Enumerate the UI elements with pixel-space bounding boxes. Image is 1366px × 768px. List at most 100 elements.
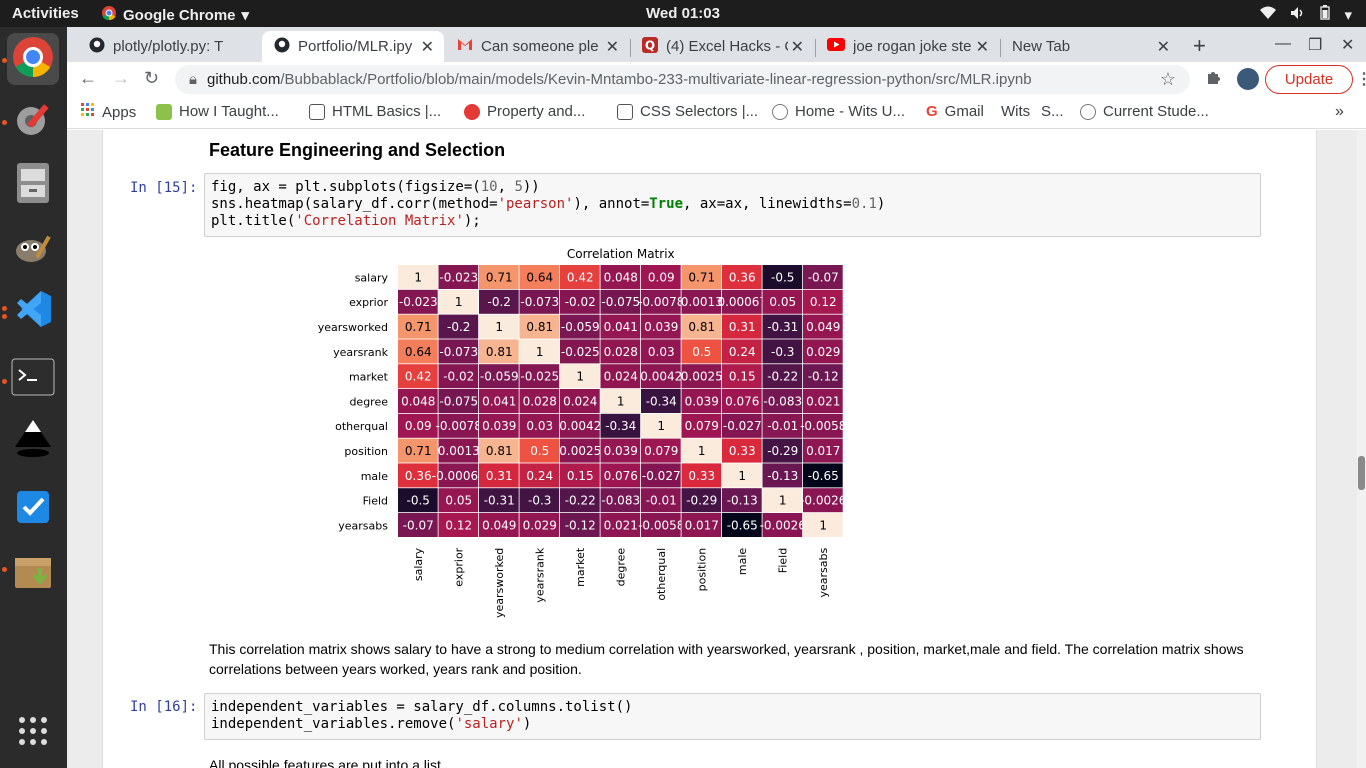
cell-annotation: 0.021: [604, 518, 638, 532]
dock-archive[interactable]: [7, 547, 59, 599]
google-icon: G: [926, 103, 938, 120]
cell-prompt: In [15]:: [130, 180, 198, 196]
close-tab-icon[interactable]: ✕: [791, 37, 804, 57]
running-indicator: [2, 567, 7, 572]
battery-icon[interactable]: [1320, 5, 1331, 24]
dock-chrome[interactable]: [7, 33, 59, 85]
bookmark-property[interactable]: Property and...: [464, 103, 585, 120]
cell-annotation: -0.027: [642, 469, 681, 483]
y-tick-label: Field: [363, 495, 388, 508]
bookmark-s[interactable]: S...: [1041, 103, 1064, 120]
system-top-bar: Activities Google Chrome ▾ Wed 01:03 ▾: [0, 0, 1366, 27]
activities-button[interactable]: Activities: [12, 5, 79, 22]
bookmark-html-basics[interactable]: HTML Basics |...: [309, 103, 441, 120]
bookmark-how-i-taught[interactable]: How I Taught...: [156, 103, 279, 120]
url-host: github.com: [206, 71, 281, 88]
dock-vscode[interactable]: [7, 285, 59, 337]
bookmark-star-icon[interactable]: ☆: [1160, 69, 1176, 90]
cell-annotation: 0.041: [604, 320, 638, 334]
volume-icon[interactable]: [1290, 6, 1306, 24]
dock-inkscape[interactable]: [7, 415, 59, 467]
bookmark-label: How I Taught...: [179, 103, 279, 120]
close-tab-icon[interactable]: ✕: [421, 37, 434, 57]
x-tick-label: yearsworked: [493, 548, 506, 618]
tab-gmail[interactable]: Can someone ple ✕: [445, 31, 629, 62]
dock-settings[interactable]: [7, 95, 59, 147]
tab-title: Can someone ple: [481, 38, 599, 55]
close-tab-icon[interactable]: ✕: [1157, 37, 1170, 57]
tab-title: plotly/plotly.py: T: [113, 38, 224, 55]
bookmark-current-students[interactable]: Current Stude...: [1080, 103, 1209, 120]
page-scrollbar[interactable]: [1357, 130, 1366, 768]
tab-quora[interactable]: Q (4) Excel Hacks - C ✕: [630, 31, 814, 62]
package-icon: [12, 550, 54, 597]
cell-annotation: -0.0058: [800, 419, 844, 433]
bookmark-apps[interactable]: Apps: [81, 103, 136, 121]
kebab-menu-icon[interactable]: ⋮: [1356, 69, 1366, 89]
markdown-paragraph: This correlation matrix shows salary to …: [209, 641, 1244, 677]
cell-annotation: 0.0025: [681, 370, 723, 384]
cell-annotation: 0.079: [685, 419, 719, 433]
scrollbar-thumb[interactable]: [1358, 456, 1365, 490]
app-menu[interactable]: Google Chrome ▾: [101, 5, 249, 25]
tab-plotly[interactable]: plotly/plotly.py: T ✕: [77, 31, 262, 62]
cell-annotation: -0.083: [763, 394, 802, 408]
cell-annotation: -0.29: [767, 444, 798, 458]
cell-annotation: 0.0042: [559, 419, 601, 433]
caret-down-icon[interactable]: ▾: [1344, 6, 1352, 24]
address-bar[interactable]: 🔒︎ github.com/Bubbablack/Portfolio/blob/…: [175, 65, 1190, 94]
close-window-icon[interactable]: ✕: [1341, 35, 1354, 55]
app-grid-icon: [18, 716, 48, 751]
bookmark-css-selectors[interactable]: CSS Selectors |...: [617, 103, 758, 120]
cell-annotation: -0.0026: [800, 494, 844, 508]
dock-files[interactable]: [7, 159, 59, 211]
cell-annotation: -0.65: [808, 469, 839, 483]
bookmark-gmail[interactable]: G Gmail: [926, 103, 984, 120]
bookmark-label: Current Stude...: [1103, 103, 1209, 120]
code-cell-15[interactable]: fig, ax = plt.subplots(figsize=(10, 5)) …: [204, 173, 1261, 237]
reload-icon[interactable]: ↻: [144, 68, 159, 89]
cell-annotation: 0.15: [729, 370, 756, 384]
cell-annotation: -0.3: [771, 345, 794, 359]
show-applications-button[interactable]: [7, 707, 59, 759]
cell-annotation: 0.33: [729, 444, 756, 458]
dock-gimp[interactable]: [7, 223, 59, 275]
cell-annotation: 1: [819, 518, 827, 532]
svg-text:Q: Q: [645, 38, 655, 52]
bookmark-home-wits[interactable]: Home - Wits U...: [772, 103, 905, 120]
minimize-icon[interactable]: —: [1275, 35, 1291, 53]
app-name: Google Chrome: [123, 6, 236, 24]
restore-icon[interactable]: ❐: [1308, 35, 1322, 55]
cell-annotation: 0.09: [648, 270, 675, 284]
more-bookmarks-icon[interactable]: »: [1335, 103, 1344, 121]
new-tab-button[interactable]: +: [1193, 33, 1206, 59]
code-cell-16[interactable]: independent_variables = salary_df.column…: [204, 693, 1261, 740]
caret-down-icon: ▾: [241, 7, 250, 24]
site-favicon: [617, 103, 633, 120]
close-tab-icon[interactable]: ✕: [606, 37, 619, 57]
dock-tasks[interactable]: [7, 483, 59, 535]
cell-annotation: 1: [657, 419, 665, 433]
close-tab-icon[interactable]: ✕: [976, 37, 989, 57]
section-heading: Feature Engineering and Selection: [209, 140, 506, 160]
extensions-puzzle-icon[interactable]: [1206, 69, 1222, 90]
forward-icon[interactable]: →: [112, 68, 130, 89]
cell-annotation: -0.22: [767, 370, 798, 384]
cell-prompt: In [16]:: [130, 699, 198, 715]
profile-avatar[interactable]: [1237, 68, 1259, 90]
tab-youtube[interactable]: joe rogan joke ste ✕: [815, 31, 999, 62]
tab-new-tab[interactable]: New Tab ✕: [1000, 31, 1180, 62]
cell-annotation: 0.039: [644, 320, 678, 334]
cell-annotation: 0.028: [523, 394, 557, 408]
cell-annotation: 0.017: [685, 518, 719, 532]
dock-terminal[interactable]: [7, 353, 59, 405]
bookmark-wits[interactable]: Wits: [1001, 103, 1030, 120]
bookmark-label: S...: [1041, 103, 1064, 120]
cell-annotation: -0.31: [767, 320, 798, 334]
update-button[interactable]: Update: [1265, 65, 1353, 94]
back-icon[interactable]: ←: [79, 68, 97, 89]
tab-portfolio[interactable]: Portfolio/MLR.ipy ✕: [262, 31, 444, 62]
x-tick-label: exprior: [453, 547, 466, 586]
y-tick-label: degree: [349, 395, 388, 408]
wifi-icon[interactable]: [1260, 6, 1277, 24]
